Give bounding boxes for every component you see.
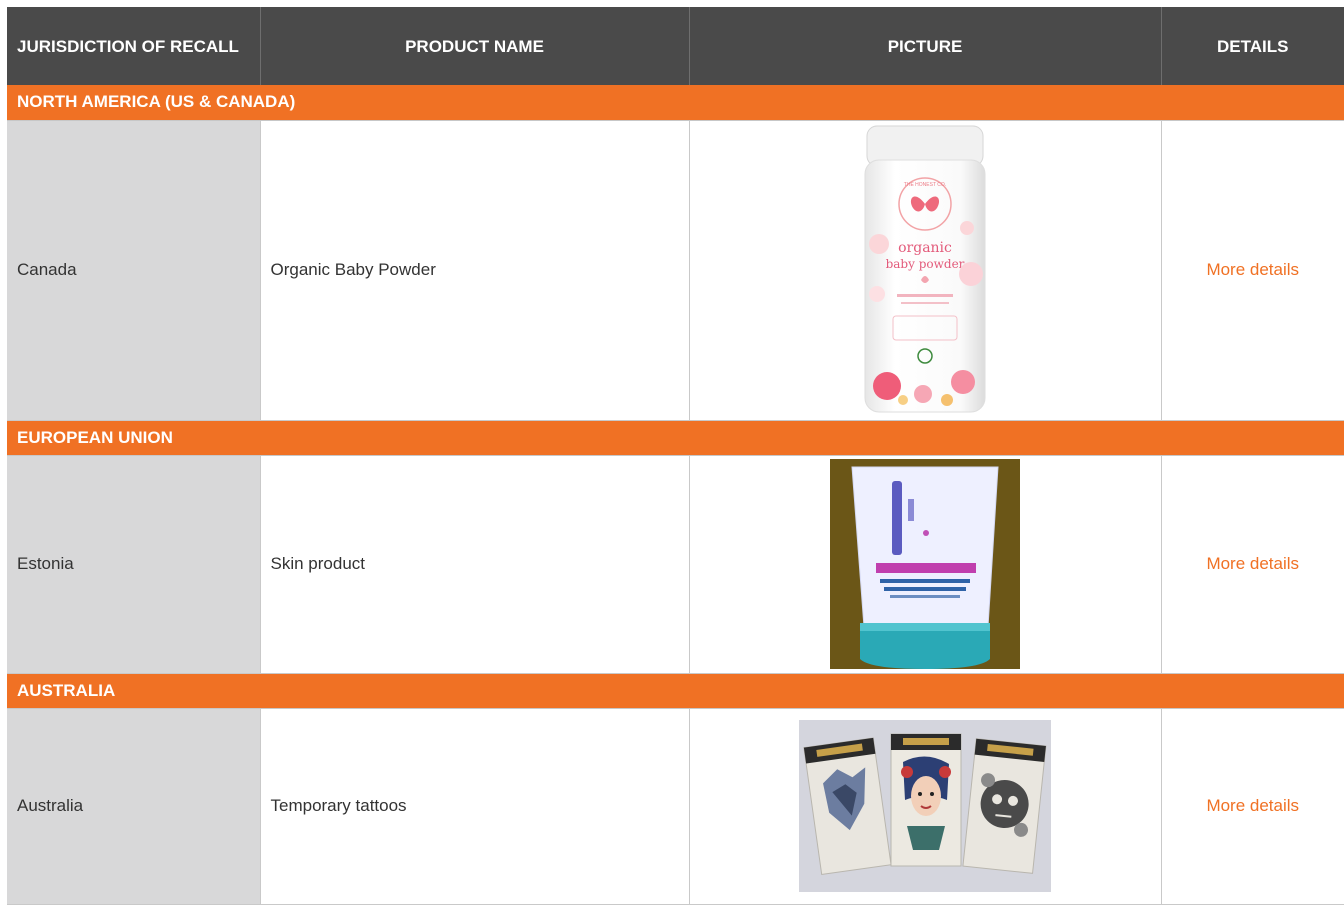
table-row: Australia Temporary tattoos More details bbox=[7, 708, 1344, 905]
section-row: NORTH AMERICA (US & CANADA) bbox=[7, 85, 1344, 121]
jurisdiction-cell: Australia bbox=[7, 708, 261, 905]
details-cell: More details bbox=[1161, 120, 1344, 421]
table-row: Estonia Skin product More details bbox=[7, 455, 1344, 674]
picture-brand-text: THE HONEST CO. bbox=[904, 182, 946, 188]
section-title: NORTH AMERICA (US & CANADA) bbox=[7, 85, 1344, 121]
more-details-link[interactable]: More details bbox=[1206, 796, 1299, 815]
recalls-table: JURISDICTION OF RECALL PRODUCT NAME PICT… bbox=[7, 7, 1344, 905]
picture-cell bbox=[689, 455, 1162, 674]
jurisdiction-cell: Canada bbox=[7, 120, 261, 421]
recalls-page: JURISDICTION OF RECALL PRODUCT NAME PICT… bbox=[0, 0, 1344, 918]
picture-cell bbox=[689, 708, 1162, 905]
product-name-cell: Temporary tattoos bbox=[260, 708, 690, 905]
section-row: AUSTRALIA bbox=[7, 673, 1344, 709]
details-cell: More details bbox=[1161, 708, 1344, 905]
table-row: Canada Organic Baby Powder THE HONEST CO… bbox=[7, 120, 1344, 421]
section-row: EUROPEAN UNION bbox=[7, 420, 1344, 456]
picture-cell: THE HONEST CO. organic baby powder bbox=[689, 120, 1162, 421]
table-header-row: JURISDICTION OF RECALL PRODUCT NAME PICT… bbox=[7, 7, 1344, 85]
header-product-name: PRODUCT NAME bbox=[260, 7, 690, 85]
picture-line1-text: organic bbox=[898, 240, 952, 256]
more-details-link[interactable]: More details bbox=[1206, 554, 1299, 573]
jurisdiction-cell: Estonia bbox=[7, 455, 261, 674]
product-name-cell: Organic Baby Powder bbox=[260, 120, 690, 421]
picture-line2-text: baby powder bbox=[886, 257, 965, 271]
header-jurisdiction: JURISDICTION OF RECALL bbox=[7, 7, 261, 85]
product-name-cell: Skin product bbox=[260, 455, 690, 674]
section-title: EUROPEAN UNION bbox=[7, 420, 1344, 456]
skin-cream-tube-image bbox=[830, 459, 1020, 669]
temporary-tattoo-packs-image bbox=[799, 720, 1051, 892]
section-title: AUSTRALIA bbox=[7, 673, 1344, 709]
more-details-link[interactable]: More details bbox=[1206, 260, 1299, 279]
header-picture: PICTURE bbox=[689, 7, 1162, 85]
details-cell: More details bbox=[1161, 455, 1344, 674]
header-details: DETAILS bbox=[1161, 7, 1344, 85]
baby-powder-bottle-image: THE HONEST CO. organic baby powder bbox=[864, 125, 986, 413]
